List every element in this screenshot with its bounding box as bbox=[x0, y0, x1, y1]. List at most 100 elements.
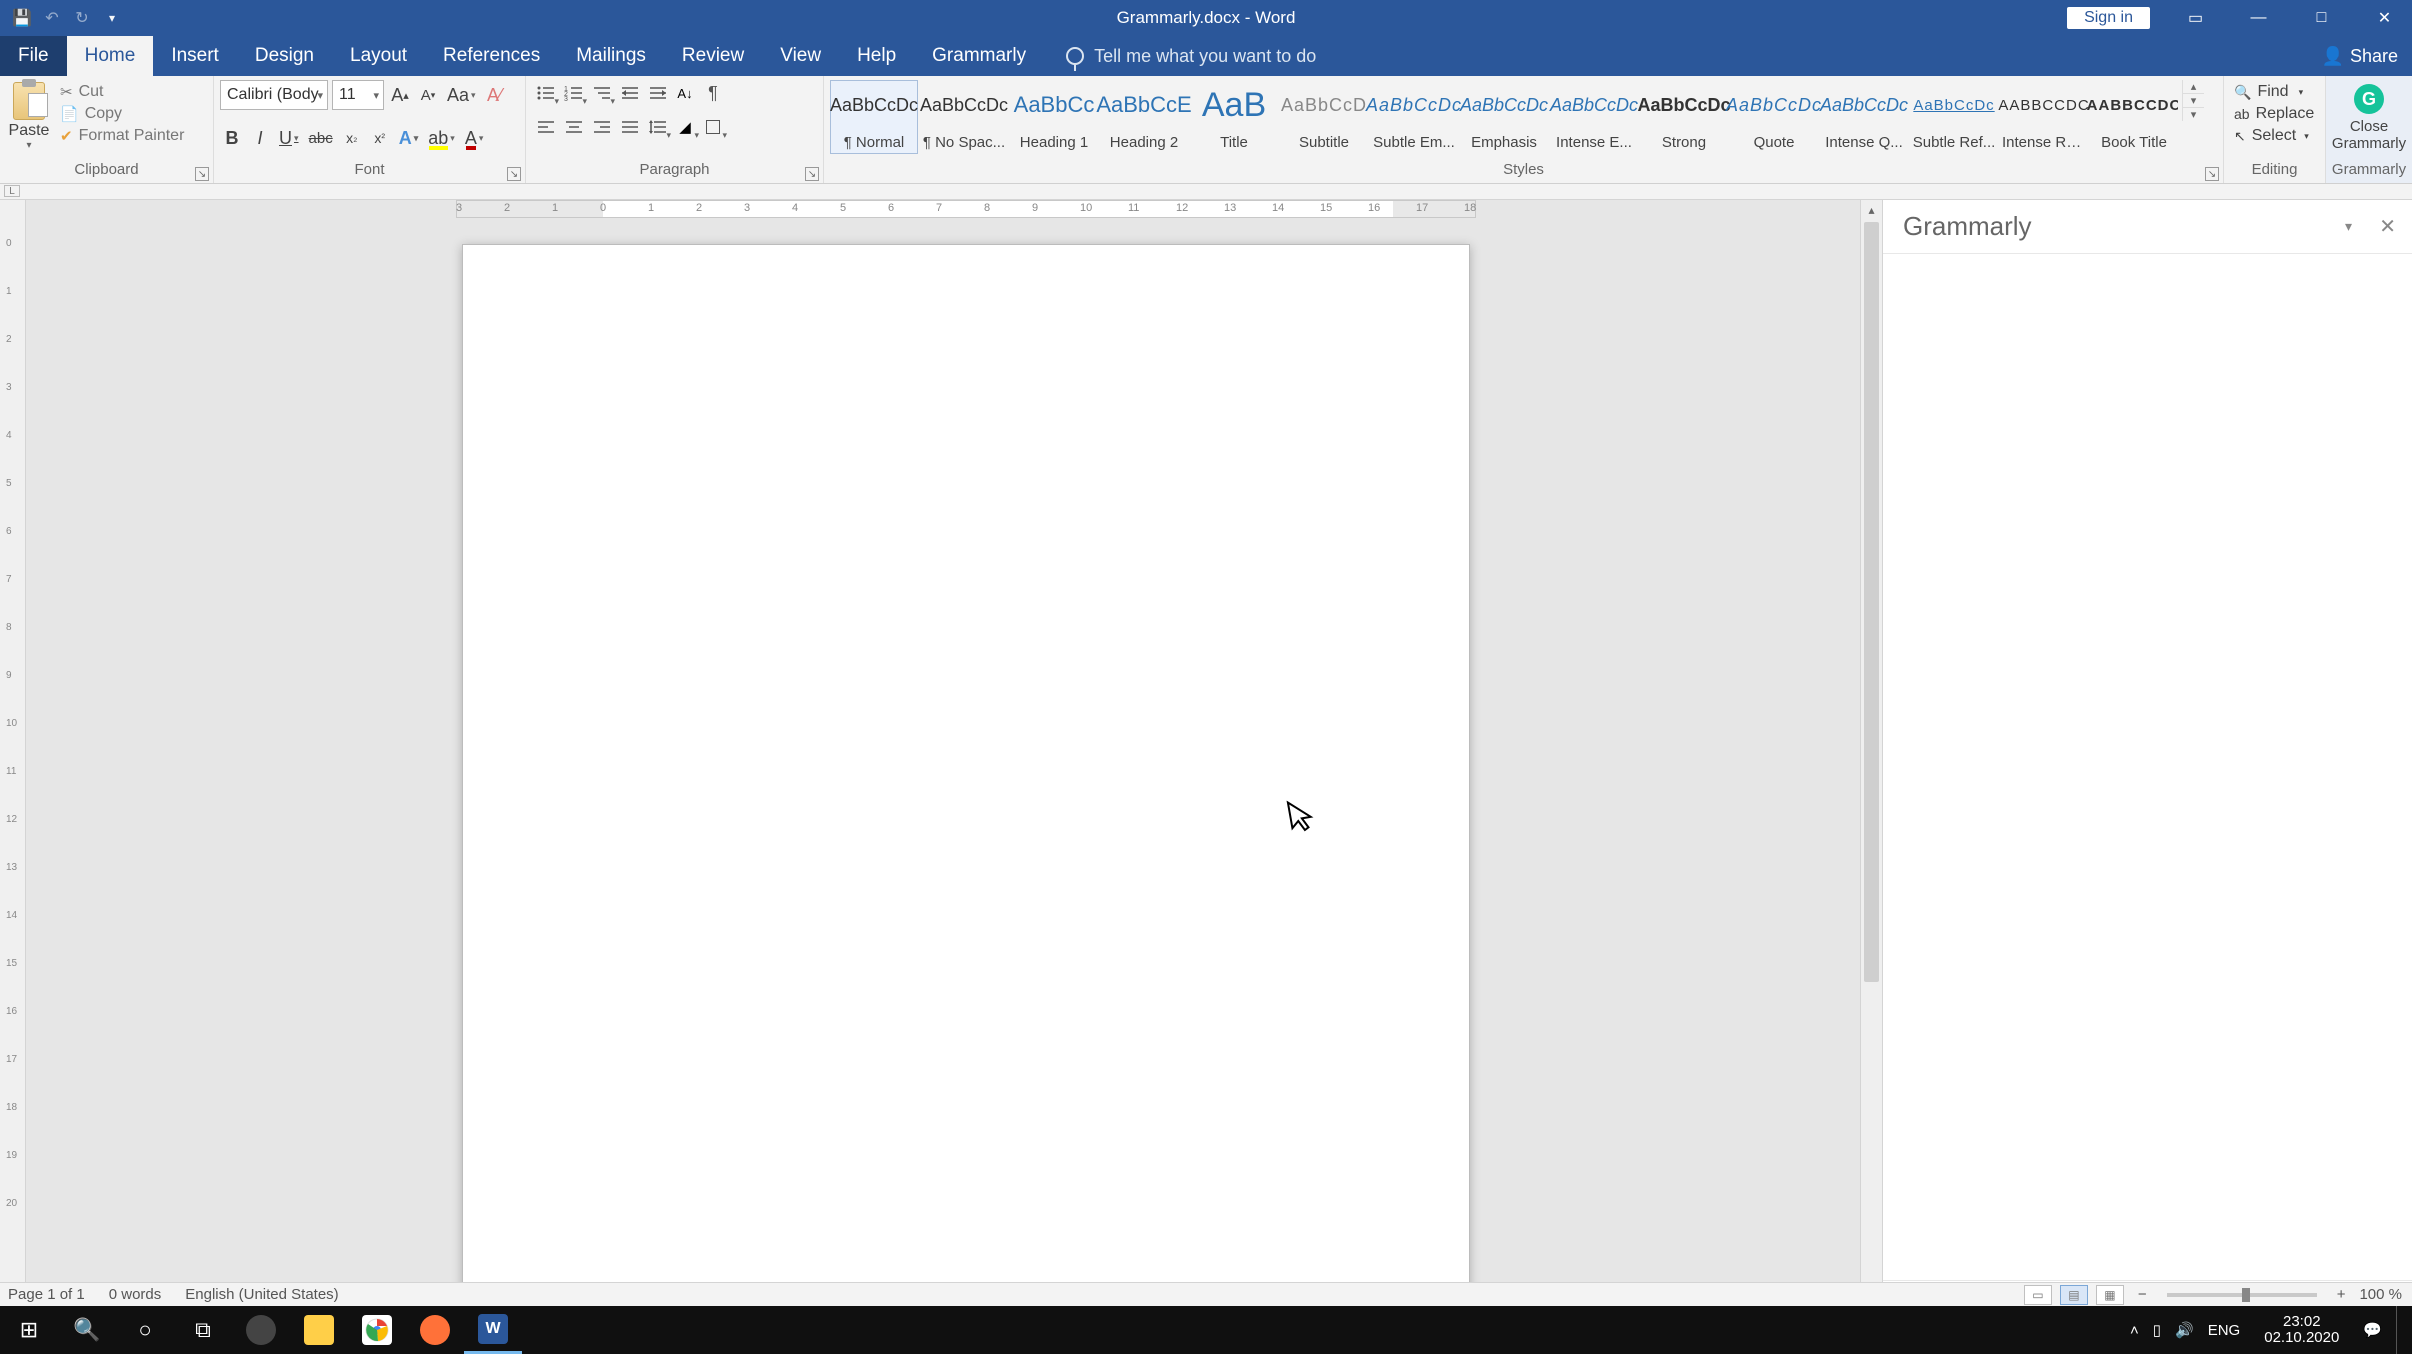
superscript-button[interactable]: x bbox=[368, 124, 392, 152]
undo-icon[interactable]: ↶ bbox=[42, 8, 62, 28]
zoom-knob[interactable] bbox=[2242, 1288, 2250, 1302]
copy-button[interactable]: 📄Copy bbox=[56, 104, 188, 124]
tab-review[interactable]: Review bbox=[664, 36, 762, 76]
font-size-combo[interactable]: 11 bbox=[332, 80, 384, 110]
tab-selector[interactable]: L bbox=[4, 185, 20, 197]
clock[interactable]: 23:02 02.10.2020 bbox=[2254, 1314, 2349, 1347]
cortana-button[interactable]: ○ bbox=[116, 1306, 174, 1354]
paste-button[interactable]: Paste ▾ bbox=[6, 80, 52, 151]
align-center-button[interactable] bbox=[560, 114, 586, 140]
increase-indent-button[interactable] bbox=[644, 80, 670, 106]
numbering-button[interactable]: 123▾ bbox=[560, 80, 586, 106]
zoom-slider[interactable] bbox=[2167, 1293, 2317, 1297]
styles-expand-icon[interactable]: ▾ bbox=[2183, 108, 2204, 121]
web-layout-button[interactable]: ▦ bbox=[2096, 1285, 2124, 1305]
text-effects-button[interactable]: A▾ bbox=[396, 124, 422, 152]
shading-button[interactable]: ◢▾ bbox=[672, 114, 698, 140]
maximize-icon[interactable]: □ bbox=[2294, 0, 2349, 36]
style-tile[interactable]: AaBbCcHeading 1 bbox=[1010, 80, 1098, 154]
style-tile[interactable]: AaBTitle bbox=[1190, 80, 1278, 154]
paste-dropdown-icon[interactable]: ▾ bbox=[26, 140, 31, 151]
style-tile[interactable]: AaBbCcDcQuote bbox=[1730, 80, 1818, 154]
pane-close-icon[interactable]: ✕ bbox=[2379, 214, 2396, 239]
align-right-button[interactable] bbox=[588, 114, 614, 140]
font-name-combo[interactable]: Calibri (Body bbox=[220, 80, 328, 110]
save-icon[interactable]: 💾 bbox=[12, 8, 32, 28]
firefox-button[interactable] bbox=[406, 1306, 464, 1354]
word-count[interactable]: 0 words bbox=[109, 1286, 162, 1303]
tab-insert[interactable]: Insert bbox=[153, 36, 237, 76]
styles-scroll-up-icon[interactable]: ▴ bbox=[2183, 80, 2204, 94]
tab-view[interactable]: View bbox=[762, 36, 839, 76]
read-mode-button[interactable]: ▭ bbox=[2024, 1285, 2052, 1305]
page-number[interactable]: Page 1 of 1 bbox=[8, 1286, 85, 1303]
cut-button[interactable]: ✂Cut bbox=[56, 82, 188, 102]
tab-file[interactable]: File bbox=[0, 36, 67, 76]
keyboard-language[interactable]: ENG bbox=[2208, 1322, 2241, 1339]
qat-dropdown-icon[interactable]: ▾ bbox=[102, 8, 122, 28]
borders-button[interactable]: ▾ bbox=[700, 114, 726, 140]
paragraph-launcher-icon[interactable]: ↘ bbox=[805, 167, 819, 181]
find-button[interactable]: 🔍Find▾ bbox=[2230, 82, 2318, 102]
underline-button[interactable]: U▾ bbox=[276, 124, 302, 152]
decrease-indent-button[interactable] bbox=[616, 80, 642, 106]
close-icon[interactable]: ✕ bbox=[2357, 0, 2412, 36]
document-area[interactable]: 3210123456789101112131415161718 bbox=[26, 200, 1860, 1326]
style-tile[interactable]: AaBbCcEHeading 2 bbox=[1100, 80, 1188, 154]
shrink-font-button[interactable]: A▾ bbox=[416, 81, 440, 109]
format-painter-button[interactable]: ✔Format Painter bbox=[56, 126, 188, 146]
tab-mailings[interactable]: Mailings bbox=[558, 36, 664, 76]
style-tile[interactable]: AaBbCcDcSubtle Ref... bbox=[1910, 80, 1998, 154]
tab-help[interactable]: Help bbox=[839, 36, 914, 76]
tab-layout[interactable]: Layout bbox=[332, 36, 425, 76]
style-tile[interactable]: AaBbCcDSubtitle bbox=[1280, 80, 1368, 154]
vertical-ruler[interactable]: 01234567891011121314151617181920 bbox=[0, 200, 26, 1326]
subscript-button[interactable]: x bbox=[340, 124, 364, 152]
italic-button[interactable]: I bbox=[248, 124, 272, 152]
style-tile[interactable]: AaBbCcDcSubtle Em... bbox=[1370, 80, 1458, 154]
sort-button[interactable]: A↓ bbox=[672, 80, 698, 106]
redo-icon[interactable]: ↻ bbox=[72, 8, 92, 28]
styles-gallery[interactable]: AaBbCcDc¶ NormalAaBbCcDc¶ No Spac...AaBb… bbox=[830, 80, 2178, 154]
taskbar-app-1[interactable] bbox=[232, 1306, 290, 1354]
vertical-scrollbar[interactable]: ▴ ▾ bbox=[1860, 200, 1882, 1326]
minimize-icon[interactable]: — bbox=[2231, 0, 2286, 36]
chrome-button[interactable] bbox=[348, 1306, 406, 1354]
notifications-icon[interactable]: 💬 bbox=[2363, 1321, 2382, 1339]
language[interactable]: English (United States) bbox=[185, 1286, 338, 1303]
styles-launcher-icon[interactable]: ↘ bbox=[2205, 167, 2219, 181]
select-button[interactable]: ↖Select▾ bbox=[2230, 126, 2318, 146]
replace-button[interactable]: abReplace bbox=[2230, 104, 2318, 124]
justify-button[interactable] bbox=[616, 114, 642, 140]
change-case-button[interactable]: Aa▾ bbox=[444, 81, 479, 109]
horizontal-ruler[interactable]: 3210123456789101112131415161718 bbox=[456, 200, 1476, 218]
network-icon[interactable]: ▯ bbox=[2153, 1321, 2161, 1339]
start-button[interactable]: ⊞ bbox=[0, 1306, 58, 1354]
multilevel-list-button[interactable]: ▾ bbox=[588, 80, 614, 106]
show-hide-button[interactable]: ¶ bbox=[700, 80, 726, 106]
file-explorer-button[interactable] bbox=[290, 1306, 348, 1354]
style-tile[interactable]: AaBbCcDc¶ No Spac... bbox=[920, 80, 1008, 154]
show-desktop-button[interactable] bbox=[2396, 1306, 2406, 1354]
style-tile[interactable]: AaBbCcDcIntense Q... bbox=[1820, 80, 1908, 154]
scroll-up-icon[interactable]: ▴ bbox=[1861, 200, 1882, 220]
font-color-button[interactable]: A▾ bbox=[462, 124, 487, 152]
tab-design[interactable]: Design bbox=[237, 36, 332, 76]
align-left-button[interactable] bbox=[532, 114, 558, 140]
close-grammarly-button[interactable]: G CloseGrammarly bbox=[2332, 80, 2406, 153]
styles-scroll-down-icon[interactable]: ▾ bbox=[2183, 94, 2204, 108]
signin-button[interactable]: Sign in bbox=[2067, 7, 2150, 29]
grow-font-button[interactable]: A▴ bbox=[388, 81, 412, 109]
style-tile[interactable]: AaBbCcDc¶ Normal bbox=[830, 80, 918, 154]
style-tile[interactable]: AaBbCcDcIntense E... bbox=[1550, 80, 1638, 154]
zoom-in-button[interactable]: + bbox=[2331, 1286, 2352, 1303]
tell-me-search[interactable]: Tell me what you want to do bbox=[1044, 36, 1316, 76]
bold-button[interactable]: B bbox=[220, 124, 244, 152]
share-button[interactable]: 👤 Share bbox=[2322, 36, 2398, 76]
pane-options-icon[interactable]: ▾ bbox=[2345, 218, 2352, 235]
font-launcher-icon[interactable]: ↘ bbox=[507, 167, 521, 181]
line-spacing-button[interactable]: ▾ bbox=[644, 114, 670, 140]
page[interactable] bbox=[462, 244, 1470, 1326]
tab-grammarly[interactable]: Grammarly bbox=[914, 36, 1044, 76]
style-tile[interactable]: AaBbCcDcEmphasis bbox=[1460, 80, 1548, 154]
